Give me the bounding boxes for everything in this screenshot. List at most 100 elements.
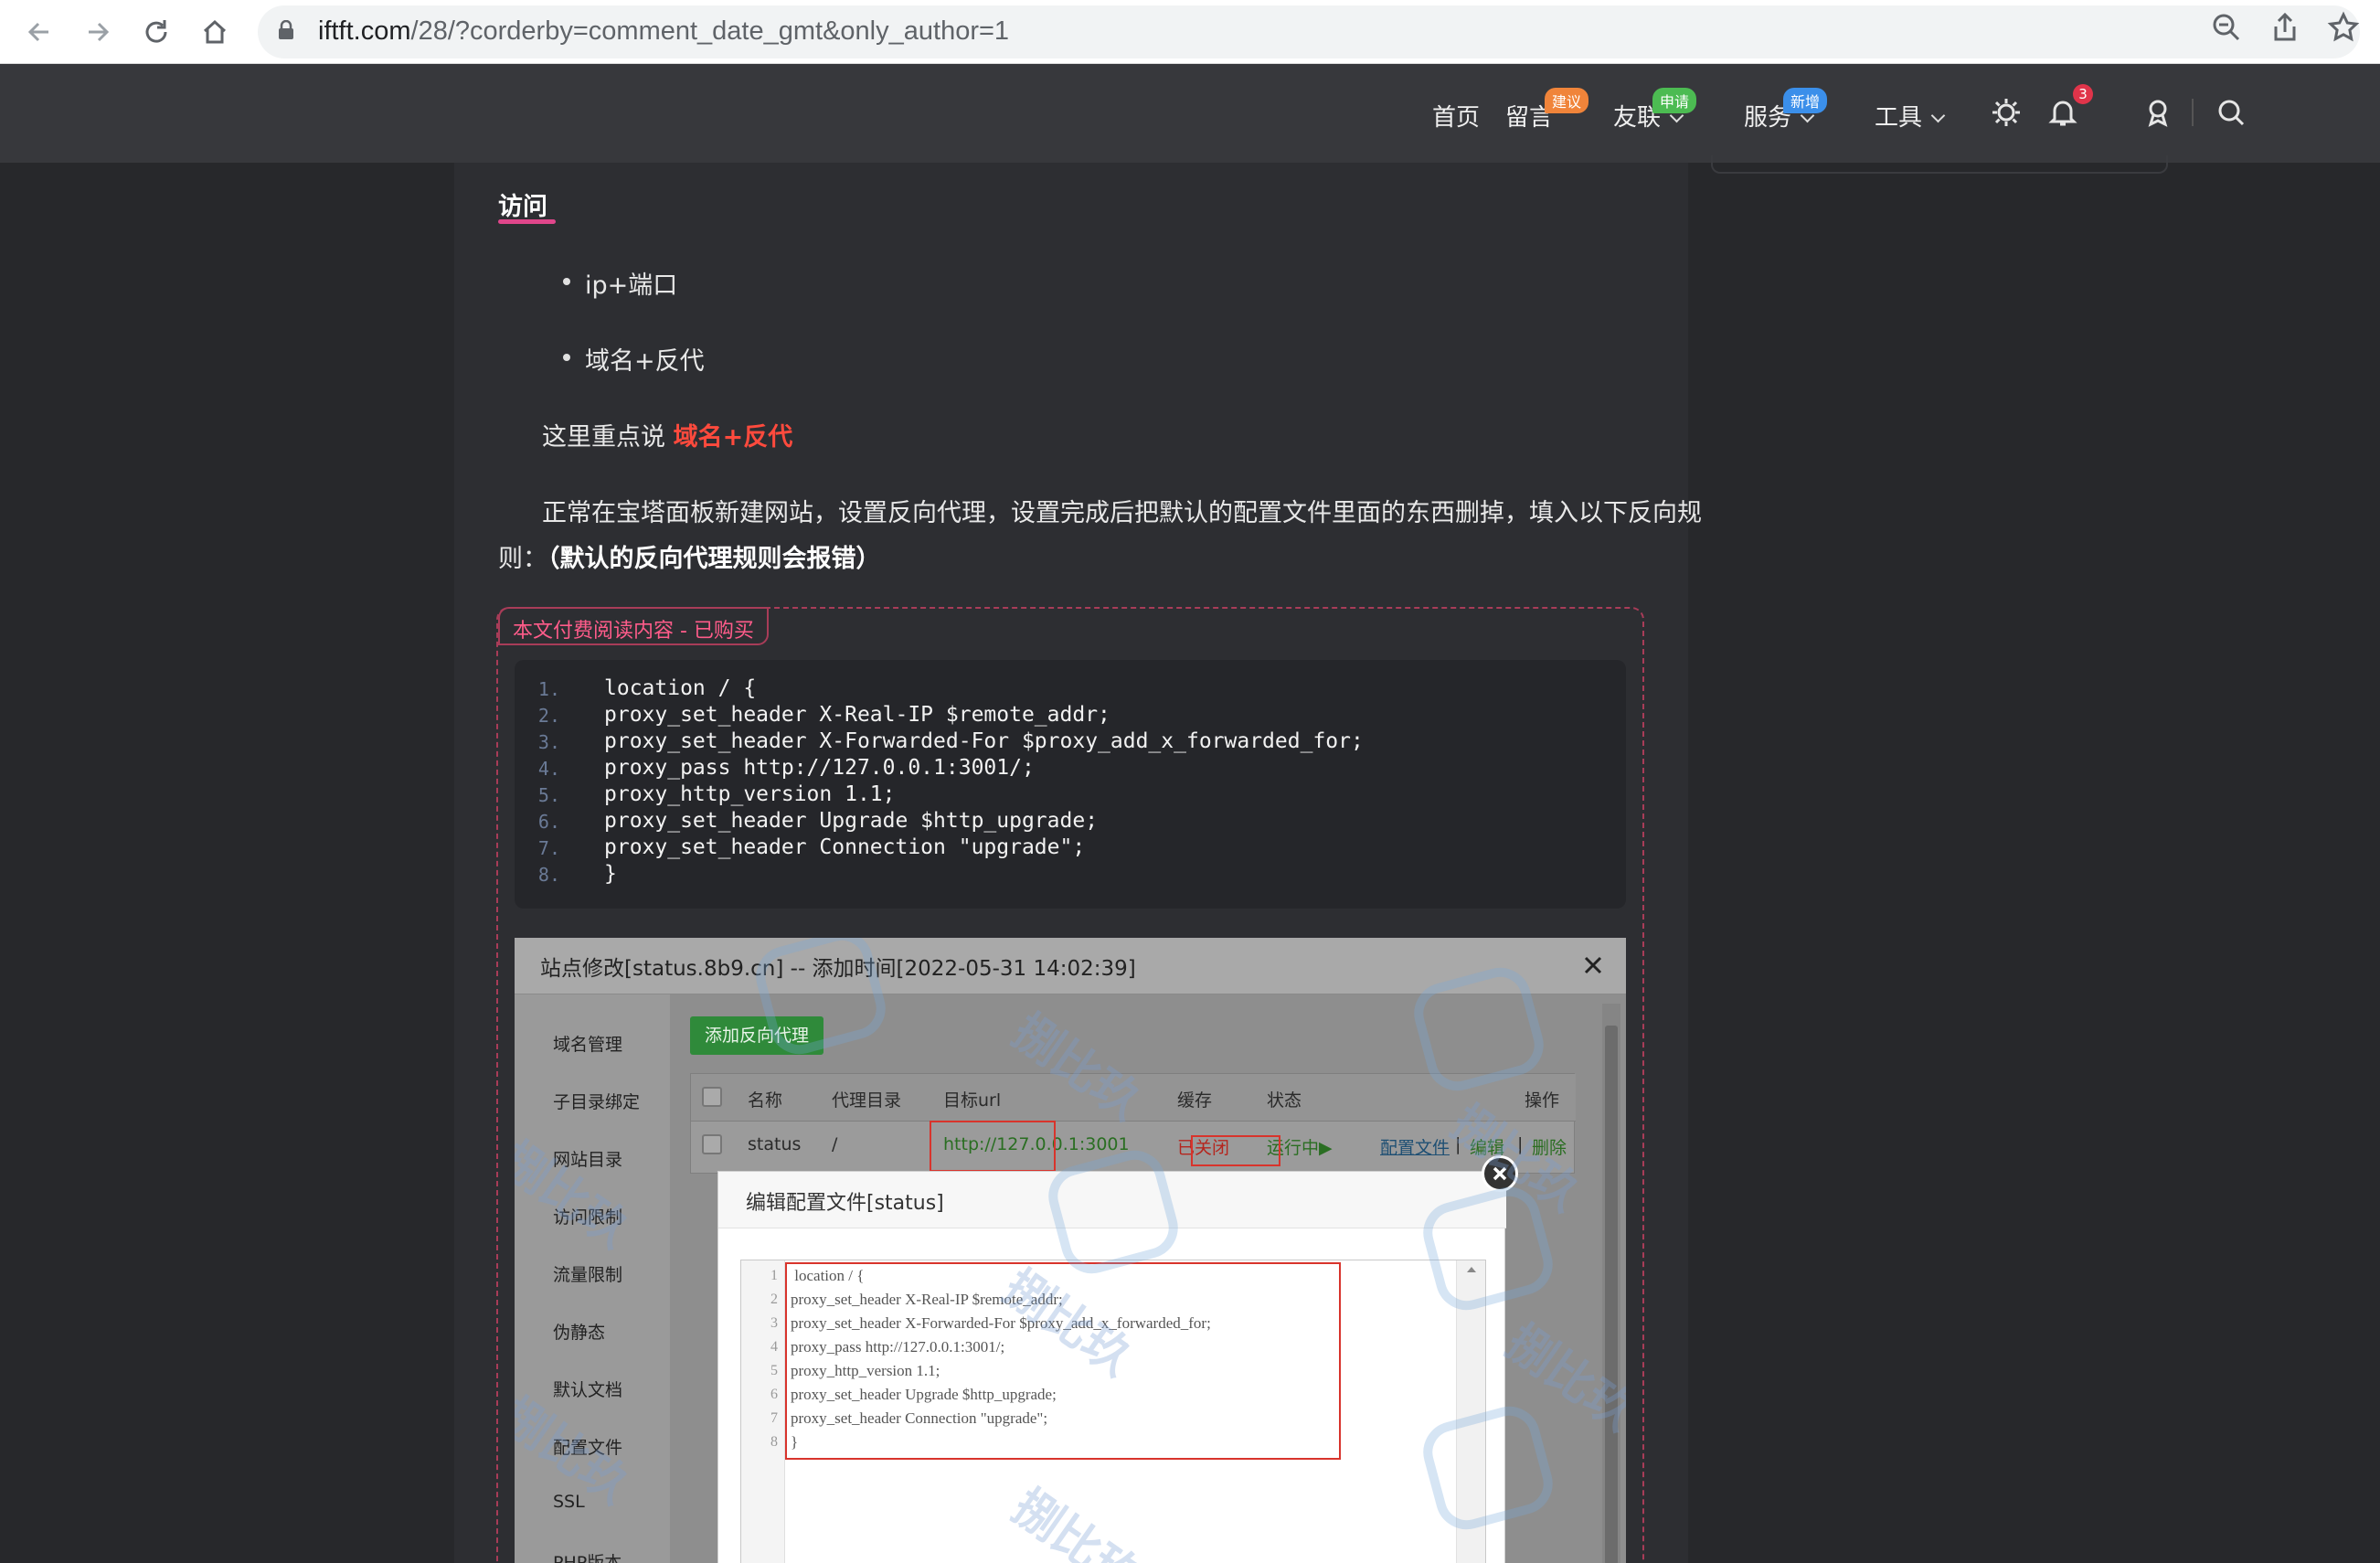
code-line-number: 3.	[537, 731, 560, 753]
select-all-checkbox[interactable]	[702, 1087, 722, 1107]
sidebar-widget-edge	[1711, 155, 2168, 174]
editor-gutter: 1 2 3 4 5 6 7 8	[741, 1260, 785, 1563]
url-host: iftft.com	[318, 16, 411, 46]
paid-content-tag: 本文付费阅读内容 - 已购买	[498, 607, 769, 645]
config-file-link[interactable]: 配置文件	[1380, 1134, 1450, 1159]
code-line-number: 7.	[537, 837, 560, 859]
screenshot-side-item[interactable]: 伪静态	[553, 1319, 605, 1344]
forward-icon[interactable]	[77, 11, 119, 53]
editor-line-number: 8	[770, 1434, 778, 1450]
screenshot-side-item[interactable]: 子目录绑定	[553, 1089, 640, 1113]
col-target-url: 目标url	[943, 1090, 1002, 1111]
code-line: proxy_pass http://127.0.0.1:3001/;	[604, 756, 1035, 780]
nav-message-badge: 建议	[1545, 88, 1589, 113]
zoom-icon[interactable]	[2210, 11, 2243, 44]
nav-tools-label: 工具	[1875, 104, 1923, 132]
col-status: 状态	[1267, 1090, 1302, 1111]
close-icon	[1493, 1166, 1507, 1181]
code-line: proxy_set_header X-Forwarded-For $proxy_…	[604, 729, 1364, 753]
ops-separator: |	[1455, 1134, 1461, 1154]
chevron-down-icon	[1930, 108, 1946, 123]
search-icon[interactable]	[2215, 97, 2247, 128]
code-line: proxy_set_header Upgrade $http_upgrade;	[604, 809, 1099, 833]
editor-scrollbar[interactable]	[1456, 1260, 1485, 1563]
ops-separator: |	[1517, 1134, 1524, 1154]
highlight-box-config	[1191, 1135, 1280, 1166]
bell-icon[interactable]	[2047, 97, 2078, 128]
share-icon[interactable]	[2268, 11, 2301, 44]
url-text[interactable]: iftft.com/28/?corderby=comment_date_gmt&…	[318, 16, 1009, 47]
nav-home[interactable]: 首页	[1432, 99, 1480, 133]
screenshot-side-item[interactable]: 配置文件	[553, 1434, 622, 1459]
section-title: 访问	[498, 193, 547, 221]
screenshot-side-item[interactable]: 流量限制	[553, 1261, 622, 1286]
code-line: proxy_http_version 1.1;	[604, 782, 896, 806]
col-operations: 操作	[1525, 1090, 1560, 1111]
paragraph-instructions-prefix: 则：	[498, 545, 547, 573]
header-divider	[2192, 99, 2194, 126]
reload-icon[interactable]	[135, 11, 177, 53]
screenshot-side-item[interactable]: SSL	[553, 1492, 585, 1512]
paragraph-intro: 这里重点说 域名+反代	[542, 417, 792, 452]
close-icon[interactable]	[1578, 951, 1608, 980]
screenshot-scrollbar[interactable]	[1602, 1004, 1620, 1563]
row-name: status	[748, 1134, 802, 1154]
section-title-underline	[498, 219, 556, 224]
col-name: 名称	[748, 1090, 783, 1111]
highlight-text: 域名+反代	[673, 423, 793, 452]
add-reverse-proxy-button[interactable]: 添加反向代理	[690, 1016, 823, 1055]
edit-config-modal: 编辑配置文件[status] 1 2 3 4 5 6 7 8 location …	[717, 1171, 1506, 1563]
screenshot-titlebar: 站点修改[status.8b9.cn] -- 添加时间[2022-05-31 1…	[515, 938, 1626, 994]
row-checkbox[interactable]	[702, 1134, 722, 1154]
code-line: location / {	[604, 676, 757, 700]
editor-line-number: 1	[770, 1268, 778, 1283]
screenshot-side-item[interactable]: 访问限制	[553, 1204, 622, 1228]
home-icon[interactable]	[194, 11, 236, 53]
editor-line-number: 4	[770, 1339, 778, 1355]
code-line-number: 4.	[537, 758, 560, 780]
editor-line-number: 7	[770, 1410, 778, 1426]
col-proxy-dir: 代理目录	[832, 1090, 902, 1111]
modal-title: 编辑配置文件[status]	[746, 1192, 944, 1215]
proxy-table-header: 名称 代理目录 目标url 缓存 状态 操作	[691, 1074, 1576, 1122]
back-icon[interactable]	[18, 11, 60, 53]
theme-toggle-icon[interactable]	[1991, 97, 2022, 128]
screenshot-side-item[interactable]: PHP版本	[553, 1549, 622, 1563]
code-line-number: 1.	[537, 678, 560, 700]
code-line-number: 2.	[537, 705, 560, 727]
paragraph-intro-text: 这里重点说	[542, 423, 674, 452]
nav-tools[interactable]: 工具	[1875, 99, 1946, 133]
url-path: /28/?corderby=comment_date_gmt&only_auth…	[410, 16, 1010, 46]
nav-friends-badge: 申请	[1652, 88, 1697, 113]
address-bar[interactable]: iftft.com/28/?corderby=comment_date_gmt&…	[258, 5, 2360, 58]
code-line-number: 5.	[537, 784, 560, 806]
code-block[interactable]: 1. 2. 3. 4. 5. 6. 7. 8. location / { pro…	[515, 660, 1626, 909]
screenshot-side-item[interactable]: 域名管理	[553, 1031, 622, 1056]
screenshot-side-item[interactable]: 默认文档	[553, 1377, 622, 1401]
embedded-screenshot: 站点修改[status.8b9.cn] -- 添加时间[2022-05-31 1…	[515, 938, 1626, 1563]
screenshot-side-item[interactable]: 网站目录	[553, 1146, 622, 1171]
nav-home-label: 首页	[1432, 104, 1481, 132]
editor-line-number: 5	[770, 1363, 778, 1378]
proxy-table: 名称 代理目录 目标url 缓存 状态 操作 status / http://1…	[690, 1073, 1576, 1174]
config-editor[interactable]: 1 2 3 4 5 6 7 8 location / { proxy_set_h…	[740, 1260, 1486, 1563]
modal-header: 编辑配置文件[status]	[718, 1172, 1506, 1228]
code-line: }	[604, 862, 617, 886]
code-line: proxy_set_header Connection "upgrade";	[604, 835, 1086, 859]
code-line: proxy_set_header X-Real-IP $remote_addr;	[604, 703, 1110, 727]
lock-icon[interactable]	[278, 20, 294, 40]
screenshot-sidebar: 域名管理 子目录绑定 网站目录 访问限制 流量限制 伪静态 默认文档 配置文件 …	[515, 994, 670, 1563]
bullet-item: 域名+反代	[563, 341, 705, 377]
paragraph-instructions-line2: 则：（默认的反向代理规则会报错）	[498, 538, 881, 574]
user-login-icon[interactable]	[2142, 97, 2173, 128]
modal-close-button[interactable]	[1482, 1155, 1518, 1192]
delete-link[interactable]: 删除	[1532, 1134, 1567, 1159]
paragraph-instructions-line1: 正常在宝塔面板新建网站，设置反向代理，设置完成后把默认的配置文件里面的东西删掉，…	[542, 499, 1702, 527]
bookmark-star-icon[interactable]	[2327, 11, 2360, 44]
site-header	[0, 64, 2380, 163]
editor-line-number: 6	[770, 1387, 778, 1402]
scroll-up-icon[interactable]	[1457, 1260, 1486, 1279]
screenshot-title: 站点修改[status.8b9.cn] -- 添加时间[2022-05-31 1…	[540, 957, 1136, 981]
row-proxy-dir: /	[832, 1134, 838, 1154]
paragraph-instructions-bold: （默认的反向代理规则会报错）	[547, 545, 881, 573]
